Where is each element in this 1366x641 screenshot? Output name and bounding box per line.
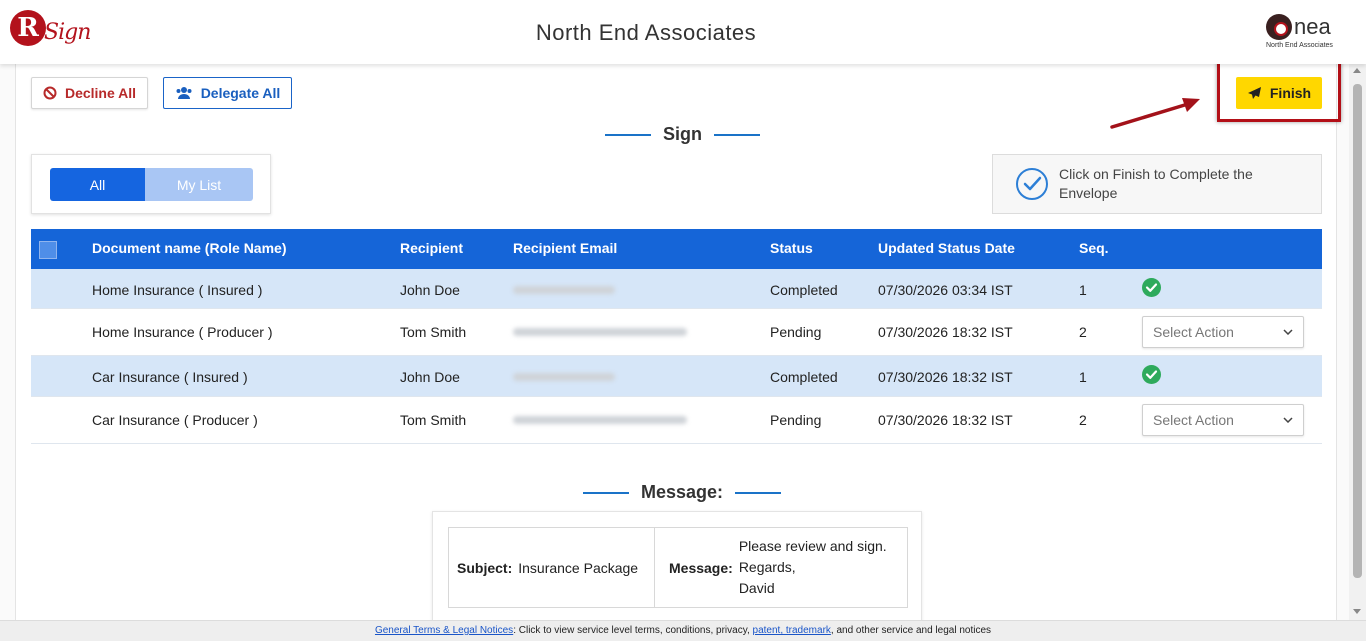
ban-icon [43,86,57,100]
status: Completed [770,369,838,385]
subject-label: Subject: [457,559,513,576]
status: Completed [770,282,838,298]
patent-trademark-link[interactable]: patent, trademark [753,625,831,636]
message-table: Subject: Insurance Package Message: Plea… [448,527,908,608]
message-body: Please review and sign. Regards, David [739,536,887,599]
select-action-dropdown[interactable]: Select Action [1142,404,1304,436]
select-all-checkbox[interactable] [39,241,57,259]
sign-title-text: Sign [663,124,702,144]
scroll-up-arrow-icon[interactable] [1353,68,1361,73]
check-circle-icon [1016,168,1048,200]
finish-info-text: Click on Finish to Complete the Envelope [1059,166,1253,201]
sequence: 2 [1079,324,1087,340]
status-date: 07/30/2026 18:32 IST [878,369,1013,385]
status: Pending [770,324,822,340]
subject-value: Insurance Package [518,559,639,576]
recipient-name: John Doe [400,369,460,385]
table-row: Home Insurance ( Insured ) John Doe Comp… [31,269,1322,309]
column-header-date: Updated Status Date [878,240,1015,256]
recipient-email-redacted [513,286,615,294]
select-action-value: Select Action [1153,324,1234,340]
filter-toggle-card: All My List [31,154,271,214]
recipient-name: Tom Smith [400,412,467,428]
select-action-value: Select Action [1153,412,1234,428]
completed-check-icon [1142,278,1161,297]
title-rule-right [714,133,760,136]
delegate-all-button[interactable]: Delegate All [163,77,292,109]
company-logo-subtitle: North End Associates [1266,42,1333,49]
document-name: Car Insurance ( Producer ) [92,412,258,428]
table-row: Car Insurance ( Producer ) Tom Smith Pen… [31,397,1322,444]
title-rule-left [605,133,651,136]
footer-text: , and other service and legal notices [830,625,992,636]
terms-link[interactable]: General Terms & Legal Notices [375,625,513,636]
recipient-email-redacted [513,328,687,336]
subject-cell: Subject: Insurance Package [449,528,655,607]
message-section-title: Message: [583,482,782,503]
users-icon [176,87,192,99]
vertical-scrollbar[interactable] [1349,64,1366,620]
decline-all-label: Decline All [64,85,137,101]
recipient-name: John Doe [400,282,460,298]
message-line: David [738,580,775,596]
recipient-name: Tom Smith [400,324,467,340]
column-header-status: Status [770,240,813,256]
document-name: Home Insurance ( Insured ) [92,282,263,298]
app-header: R Sign North End Associates nea North En… [0,0,1366,64]
document-name: Car Insurance ( Insured ) [92,369,248,385]
message-card: Subject: Insurance Package Message: Plea… [432,511,922,626]
recipient-email-redacted [513,416,687,424]
company-logo-icon [1266,14,1292,40]
message-label: Message: [669,559,733,576]
chevron-down-icon [1283,417,1293,423]
completed-check-icon [1142,365,1161,384]
sign-section-title: Sign [605,124,760,145]
scrollbar-thumb[interactable] [1353,84,1362,578]
page-title: North End Associates [535,20,757,45]
scroll-down-arrow-icon[interactable] [1353,609,1361,614]
sequence: 2 [1079,412,1087,428]
select-action-dropdown[interactable]: Select Action [1142,316,1304,348]
column-header-recipient: Recipient [400,240,464,256]
column-header-document: Document name (Role Name) [92,240,287,256]
documents-table: Document name (Role Name) Recipient Reci… [31,229,1322,444]
sequence: 1 [1079,369,1087,385]
status-date: 07/30/2026 03:34 IST [878,282,1013,298]
document-name: Home Insurance ( Producer ) [92,324,273,340]
table-header: Document name (Role Name) Recipient Reci… [31,229,1322,269]
message-title-text: Message: [641,482,724,502]
finish-highlight-box [1217,59,1341,122]
status-date: 07/30/2026 18:32 IST [878,324,1013,340]
annotation-arrow-icon [1110,98,1200,129]
main-panel: Decline All Delegate All Finish Sign All… [15,59,1341,626]
sequence: 1 [1079,282,1087,298]
legal-footer: General Terms & Legal Notices: Click to … [0,620,1366,641]
title-rule-right [735,491,782,494]
filter-all-button[interactable]: All [50,168,145,201]
delegate-all-label: Delegate All [200,85,281,101]
recipient-email-redacted [513,373,615,381]
column-header-seq: Seq. [1079,240,1109,256]
message-cell: Message: Please review and sign. Regards… [655,528,907,607]
company-logo-name: nea [1294,14,1331,39]
message-line: Regards, [738,559,796,575]
status: Pending [770,412,822,428]
table-row: Home Insurance ( Producer ) Tom Smith Pe… [31,309,1322,356]
title-rule-left [583,491,629,494]
decline-all-button[interactable]: Decline All [31,77,148,109]
column-header-email: Recipient Email [513,240,618,256]
table-row: Car Insurance ( Insured ) John Doe Compl… [31,356,1322,397]
finish-info-card: Click on Finish to Complete the Envelope [992,154,1322,214]
message-line: Please review and sign. [738,538,887,554]
company-logo: nea North End Associates [1266,12,1340,52]
chevron-down-icon [1283,329,1293,335]
footer-text: : Click to view service level terms, con… [513,625,753,636]
filter-mylist-button[interactable]: My List [145,168,253,201]
status-date: 07/30/2026 18:32 IST [878,412,1013,428]
